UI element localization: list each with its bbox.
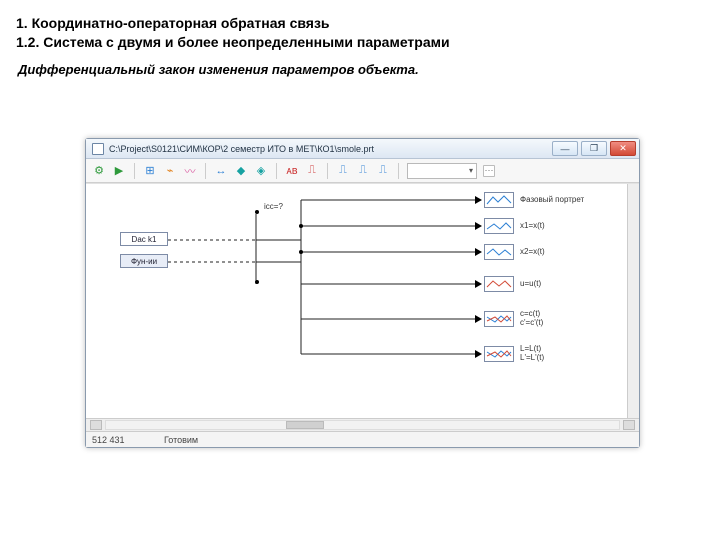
step2-icon[interactable]: ⎍ [356,164,370,178]
arrowhead-icon [475,350,482,358]
junction-dot [299,250,303,254]
diamond2-icon[interactable]: ◈ [254,164,268,178]
app-window: C:\Project\S0121\СИМ\КОР\2 семестр ИТО в… [85,138,640,448]
combo-caret-icon: ▾ [469,166,473,175]
chart-icon[interactable]: ⊞ [143,164,157,178]
maximize-button[interactable]: ❐ [581,141,607,156]
scroll-left-button[interactable] [90,420,102,430]
junction-dot [255,280,259,284]
junction-dot [299,224,303,228]
step3-icon[interactable]: ⎍ [376,164,390,178]
diamond-icon[interactable]: ◆ [234,164,248,178]
scope-label: c=c(t) [520,309,540,318]
horizontal-scrollbar[interactable] [86,418,639,431]
window-controls: — ❐ ✕ [552,141,636,156]
scroll-thumb[interactable] [286,421,324,429]
scope-label: L=L(t) [520,344,541,353]
titlebar[interactable]: C:\Project\S0121\СИМ\КОР\2 семестр ИТО в… [86,139,639,159]
diagram-wires [86,184,639,418]
scope-label: x2=x(t) [520,247,545,256]
curve-icon[interactable]: 〰 [183,164,197,178]
toolbar-separator [134,163,135,179]
block-input-top[interactable]: Dac k1 [120,232,168,246]
block-input-bottom[interactable]: Фун-ии [120,254,168,268]
arrowhead-icon [475,248,482,256]
step1-icon[interactable]: ⎍ [336,164,350,178]
toolbar-separator [398,163,399,179]
scroll-right-button[interactable] [623,420,635,430]
arrowhead-icon [475,315,482,323]
toolbar-separator [205,163,206,179]
ab-icon[interactable]: ᴀʙ [285,164,299,178]
toolbar-combo[interactable]: ▾ [407,163,477,179]
scope-label: x1=x(t) [520,221,545,230]
status-text: Готовим [164,435,198,445]
status-coords: 512 431 [92,435,150,445]
scope-phase-portrait[interactable] [484,192,514,208]
junction-dot [255,210,259,214]
arrowhead-icon [475,280,482,288]
diagram-canvas[interactable]: Dac k1 Фун-ии icc=? Фазовый портрет x1=x… [86,183,639,418]
scope-u[interactable] [484,276,514,292]
toolbar-separator [276,163,277,179]
arrowhead-icon [475,196,482,204]
statusbar: 512 431 Готовим [86,431,639,447]
close-button[interactable]: ✕ [610,141,636,156]
scope-label: L'=L'(t) [520,353,544,362]
signal-icon[interactable]: ⌁ [163,164,177,178]
document-icon [92,143,104,155]
heading-2: 1.2. Система с двумя и более неопределен… [16,33,704,52]
window-title: C:\Project\S0121\СИМ\КОР\2 семестр ИТО в… [109,144,552,154]
scope-c[interactable] [484,311,514,327]
scope-l[interactable] [484,346,514,362]
toolbar: ⚙ ▶ ⊞ ⌁ 〰 ↔ ◆ ◈ ᴀʙ ⎍ ⎍ ⎍ ⎍ ▾ ⋯ [86,159,639,183]
heading-1: 1. Координатно-операторная обратная связ… [16,14,704,33]
play-icon[interactable]: ▶ [112,164,126,178]
toolbar-separator [327,163,328,179]
subheading: Дифференциальный закон изменения парамет… [0,56,720,77]
scope-label: Фазовый портрет [520,195,584,204]
minimize-button[interactable]: — [552,141,578,156]
scroll-track[interactable] [105,420,620,430]
scope-x2[interactable] [484,244,514,260]
more-button[interactable]: ⋯ [483,165,495,177]
scope-x1[interactable] [484,218,514,234]
arrows-icon[interactable]: ↔ [214,164,228,178]
cluster-label: icc=? [264,202,283,211]
scope-label: c'=c'(t) [520,318,543,327]
arrowhead-icon [475,222,482,230]
tree-icon[interactable]: ⚙ [92,164,106,178]
pulse-icon[interactable]: ⎍ [305,164,319,178]
scope-label: u=u(t) [520,279,541,288]
